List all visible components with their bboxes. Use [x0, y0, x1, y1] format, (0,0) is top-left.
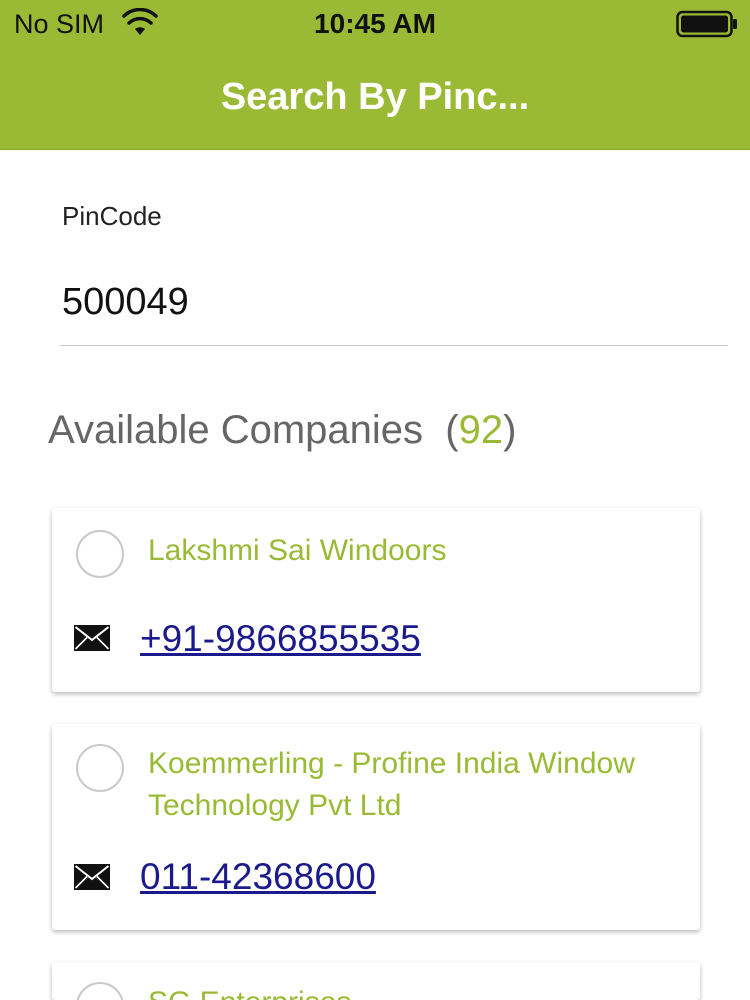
select-radio[interactable]: [76, 530, 124, 578]
battery-icon: [676, 10, 737, 38]
nav-bar: Search By Pinc...: [0, 48, 750, 150]
company-card[interactable]: Lakshmi Sai Windoors +91-9866855535: [52, 508, 700, 692]
mail-icon: [74, 864, 110, 890]
phone-link[interactable]: +91-9866855535: [140, 618, 421, 660]
pincode-label: PinCode: [62, 201, 162, 231]
pincode-input[interactable]: [60, 274, 728, 330]
select-radio[interactable]: [76, 744, 124, 792]
mail-icon: [74, 625, 110, 651]
company-count: 92: [458, 408, 504, 452]
company-card[interactable]: SG Enterprises: [52, 962, 700, 1000]
status-time: 10:45 AM: [314, 8, 436, 39]
page-title: Search By Pinc...: [220, 76, 530, 118]
company-name: Koemmerling - Profine India Window Techn…: [148, 747, 635, 822]
company-name: SG Enterprises: [148, 982, 700, 1000]
count-open-paren: (: [445, 408, 459, 452]
phone-link[interactable]: 011-42368600: [140, 856, 376, 898]
select-radio[interactable]: [76, 982, 124, 1000]
pincode-underline: [60, 345, 728, 346]
count-close-paren: ): [503, 408, 517, 452]
status-bar: No SIM 10:45 AM: [0, 0, 750, 48]
company-name: Lakshmi Sai Windoors: [148, 534, 447, 567]
section-title-text: Available Companies: [48, 408, 424, 452]
section-title: Available Companies (92): [48, 408, 516, 453]
company-card[interactable]: Koemmerling - Profine India Window Techn…: [52, 724, 700, 930]
